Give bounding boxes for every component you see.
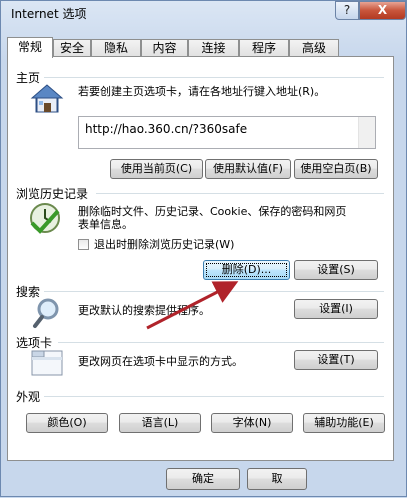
- ok-button[interactable]: 确定: [166, 468, 240, 490]
- annotation-arrow: [146, 281, 239, 330]
- cancel-button[interactable]: 取: [247, 468, 307, 490]
- tab-general[interactable]: 常规: [7, 37, 53, 58]
- internet-options-dialog: Internet 选项 ? X 常规 安全 隐私 内容 连接 程序 高级 主页 …: [0, 0, 407, 497]
